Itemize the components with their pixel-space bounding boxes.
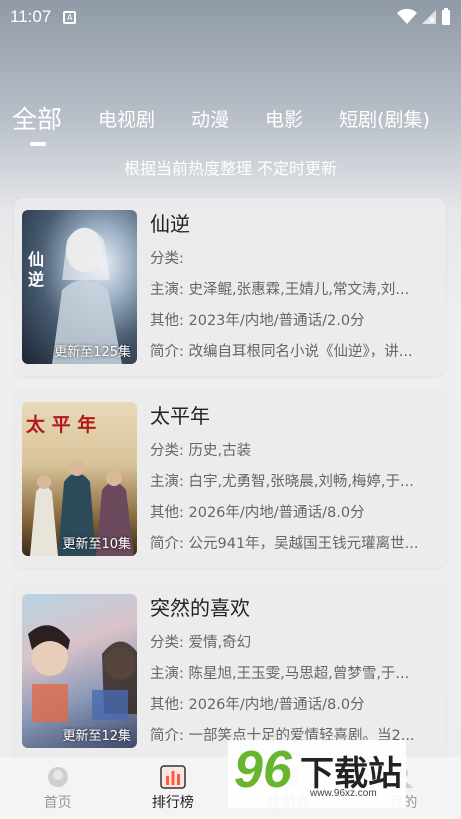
ranking-card[interactable]: 更新至12集 突然的喜欢 分类: 爱情,奇幻 主演: 陈星旭,王玉雯,马思超,曾… xyxy=(14,582,446,760)
episode-badge: 更新至125集 xyxy=(54,345,131,360)
ranking-card[interactable]: 仙逆 更新至125集 仙逆 分类: 主演: 史泽鲲,张惠霖,王婧儿,常文涛,刘.… xyxy=(14,198,446,376)
item-other: 其他: 2023年/内地/普通话/2.0分 xyxy=(150,313,365,329)
episode-badge: 更新至12集 xyxy=(62,729,131,744)
item-title: 突然的喜欢 xyxy=(150,596,250,620)
tab-anime[interactable]: 动漫 xyxy=(191,105,229,132)
battery-icon xyxy=(442,8,450,25)
nav-ranking-label: 排行榜 xyxy=(151,794,194,811)
nav-ranking[interactable]: 排行榜 xyxy=(115,757,230,819)
status-time: 11:07 xyxy=(10,7,52,26)
wifi-icon xyxy=(397,9,417,24)
tab-short-drama[interactable]: 短剧(剧集) xyxy=(339,105,430,132)
ranking-icon xyxy=(160,764,186,789)
poster-title: 仙逆 xyxy=(28,250,45,289)
poster-image[interactable]: 太 平 年 更新至10集 xyxy=(22,402,137,556)
item-genre: 分类: 爱情,奇幻 xyxy=(150,635,252,651)
site-watermark: 96 下载站 www.96xz.com xyxy=(228,740,406,808)
ranking-subtitle: 根据当前热度整理 不定时更新 xyxy=(123,159,338,178)
item-title: 仙逆 xyxy=(150,212,190,236)
card-info: 太平年 分类: 历史,古装 主演: 白宇,尤勇智,张晓晨,刘畅,梅婷,于... … xyxy=(150,400,440,560)
item-intro: 简介: 改编自耳根同名小说《仙逆》，讲... xyxy=(150,344,413,360)
signal-icon xyxy=(422,10,436,24)
nav-home-label: 首页 xyxy=(43,794,72,811)
item-cast: 主演: 史泽鲲,张惠霖,王婧儿,常文涛,刘... xyxy=(150,282,410,298)
item-genre: 分类: 历史,古装 xyxy=(150,443,252,459)
item-title: 太平年 xyxy=(150,404,210,428)
item-cast: 主演: 白宇,尤勇智,张晓晨,刘畅,梅婷,于... xyxy=(150,474,414,490)
watermark-number: 96 xyxy=(234,741,292,799)
nav-home[interactable]: 首页 xyxy=(0,757,115,819)
status-icons xyxy=(397,8,451,26)
home-icon xyxy=(47,766,68,787)
ranking-card[interactable]: 太 平 年 更新至10集 太平年 分类: 历史,古装 主演: 白宇,尤勇智,张晓… xyxy=(14,390,446,568)
item-cast: 主演: 陈星旭,王玉雯,马思超,曾梦雪,于... xyxy=(150,666,410,682)
watermark-url: www.96xz.com xyxy=(310,788,377,799)
item-genre: 分类: xyxy=(150,251,184,267)
category-tabs: 全部 电视剧 动漫 电影 短剧(剧集) xyxy=(0,96,461,146)
poster-title: 太 平 年 xyxy=(26,414,97,436)
card-info: 仙逆 分类: 主演: 史泽鲲,张惠霖,王婧儿,常文涛,刘... 其他: 2023… xyxy=(150,208,440,368)
card-info: 突然的喜欢 分类: 爱情,奇幻 主演: 陈星旭,王玉雯,马思超,曾梦雪,于...… xyxy=(150,592,440,752)
episode-badge: 更新至10集 xyxy=(62,537,131,552)
poster-image[interactable]: 更新至12集 xyxy=(22,594,137,748)
item-other: 其他: 2026年/内地/普通话/8.0分 xyxy=(150,505,365,521)
tab-tv-series[interactable]: 电视剧 xyxy=(98,105,155,132)
tab-movie[interactable]: 电影 xyxy=(265,105,303,132)
notification-icon: A xyxy=(63,10,77,24)
item-intro: 简介: 公元941年，吴越国王钱元瓘离世... xyxy=(150,536,419,552)
poster-image[interactable]: 仙逆 更新至125集 xyxy=(22,210,137,364)
item-other: 其他: 2026年/内地/普通话/8.0分 xyxy=(150,697,365,713)
tab-all[interactable]: 全部 xyxy=(12,100,62,146)
status-bar: 11:07 A xyxy=(0,0,461,34)
